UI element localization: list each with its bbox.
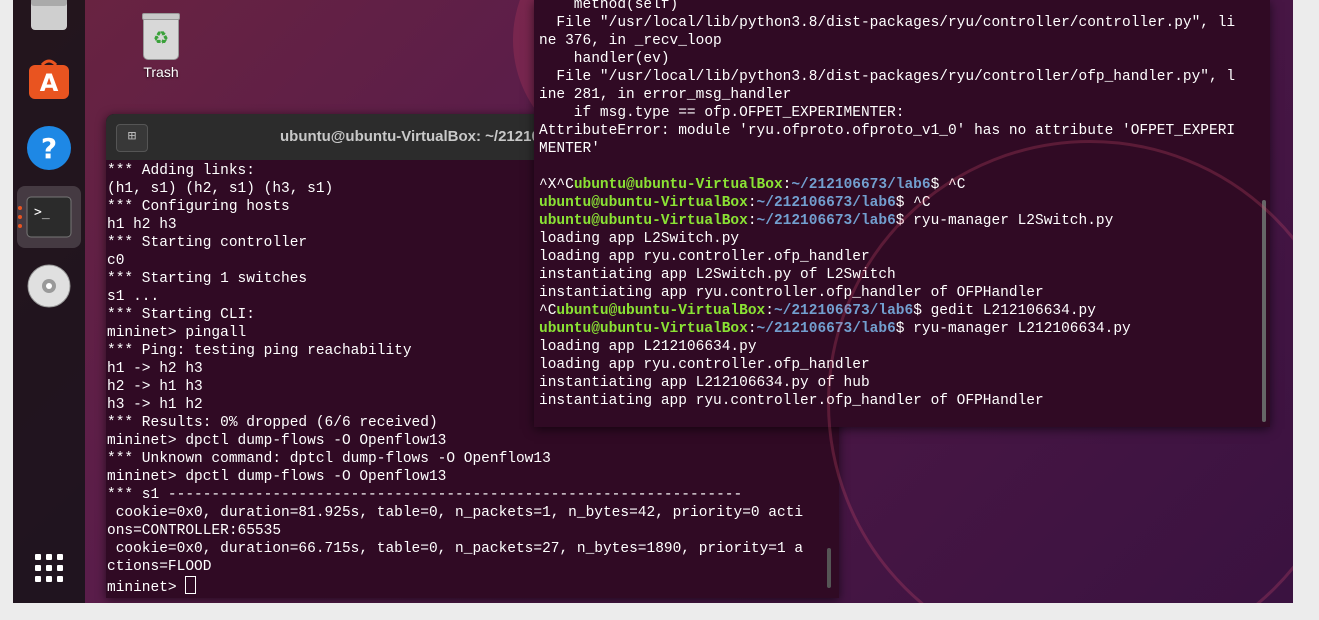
terminal-line: h3 -> h1 h2 [107, 397, 203, 413]
terminal-line: (h1, s1) (h2, s1) (h3, s1) [107, 181, 334, 197]
traceback-line: ne 376, in _recv_loop [539, 33, 722, 49]
prompt-path: ~/212106673/lab6 [756, 321, 896, 337]
scrollbar[interactable] [1262, 200, 1266, 422]
prompt-user-host: ubuntu@ubuntu-VirtualBox [539, 321, 748, 337]
prompt-user-host: ubuntu@ubuntu-VirtualBox [539, 195, 748, 211]
svg-text:>_: >_ [34, 205, 50, 220]
running-indicator [18, 206, 22, 210]
prompt-line: ubuntu@ubuntu-VirtualBox:~/212106673/lab… [539, 213, 1114, 229]
terminal-line: s1 ... [107, 289, 160, 305]
terminal-line: ons=CONTROLLER:65535 [107, 523, 282, 539]
terminal-line: c0 [107, 253, 125, 269]
terminal-line: *** s1 ---------------------------------… [107, 487, 743, 503]
traceback-line: ine 281, in error_msg_handler [539, 87, 792, 103]
output-line: instantiating app ryu.controller.ofp_han… [539, 285, 1044, 301]
traceback-line: File "/usr/local/lib/python3.8/dist-pack… [556, 69, 1236, 85]
apps-grid-icon[interactable] [25, 544, 73, 592]
terminal-line: *** Starting controller [107, 235, 308, 251]
prompt-prefix: ^C [539, 303, 557, 319]
prompt-path: ~/212106673/lab6 [756, 195, 896, 211]
terminal-line: mininet> dpctl dump-flows -O Openflow13 [107, 469, 447, 485]
prompt-prefix: ^X^C [539, 177, 574, 193]
mininet-prompt: mininet> [107, 580, 186, 596]
traceback-line: method(self) [573, 0, 679, 13]
prompt-command: ryu-manager L2Switch.py [904, 213, 1114, 229]
traceback-line: File "/usr/local/lib/python3.8/dist-pack… [556, 15, 1236, 31]
terminal-line: h1 h2 h3 [107, 217, 177, 233]
output-line: instantiating app L212106634.py of hub [539, 375, 870, 391]
output-line: loading app L212106634.py [539, 339, 757, 355]
output-line: instantiating app L2Switch.py of L2Switc… [539, 267, 896, 283]
files-icon[interactable] [25, 0, 73, 38]
running-indicator [18, 215, 22, 219]
trash-icon: ♻ [142, 13, 180, 60]
prompt-path: ~/212106673/lab6 [773, 303, 914, 319]
traceback-line: if msg.type == ofp.OFPET_EXPERIMENTER: [573, 105, 905, 121]
prompt-command: ^C [939, 177, 966, 193]
terminal-line: cookie=0x0, duration=66.715s, table=0, n… [115, 541, 804, 557]
prompt-command: gedit L212106634.py [921, 303, 1096, 319]
prompt-user-host: ubuntu@ubuntu-VirtualBox [539, 213, 748, 229]
help-icon[interactable]: ? [25, 124, 73, 172]
terminal-line: mininet> pingall [107, 325, 247, 341]
traceback-line: AttributeError: module 'ryu.ofproto.ofpr… [539, 123, 1236, 139]
scrollbar[interactable] [827, 548, 831, 588]
terminal-icon[interactable]: >_ [25, 193, 73, 241]
prompt-line: ^Cubuntu@ubuntu-VirtualBox:~/212106673/l… [539, 303, 1096, 319]
prompt-line: ubuntu@ubuntu-VirtualBox:~/212106673/lab… [539, 321, 1131, 337]
terminal-line: *** Unknown command: dptcl dump-flows -O… [107, 451, 551, 467]
dock: A ? >_ [13, 0, 85, 603]
terminal-line: *** Results: 0% dropped (6/6 received) [107, 415, 438, 431]
software-icon[interactable]: A [25, 56, 73, 104]
disc-icon[interactable] [25, 262, 73, 310]
prompt-path: ~/212106673/lab6 [756, 213, 896, 229]
output-line: loading app ryu.controller.ofp_handler [539, 357, 870, 373]
terminal-line: cookie=0x0, duration=81.925s, table=0, n… [115, 505, 804, 521]
terminal-line: ctions=FLOOD [107, 559, 212, 575]
trash-desktop-icon[interactable]: ♻ Trash [121, 13, 201, 80]
svg-text:A: A [40, 69, 59, 97]
prompt-path: ~/212106673/lab6 [791, 177, 931, 193]
new-tab-icon[interactable]: ⊞ [116, 124, 148, 152]
terminal-line: h1 -> h2 h3 [107, 361, 203, 377]
terminal-line: *** Adding links: [107, 163, 255, 179]
terminal-line: h2 -> h1 h3 [107, 379, 203, 395]
terminal-line: *** Starting CLI: [107, 307, 255, 323]
desktop: A ? >_ ♻ Trash ⊞ ubuntu@ubuntu-VirtualBo… [13, 0, 1293, 603]
ryu-terminal-window[interactable]: method(self) File "/usr/local/lib/python… [534, 0, 1270, 427]
output-line: instantiating app ryu.controller.ofp_han… [539, 393, 1044, 409]
terminal-line: *** Starting 1 switches [107, 271, 308, 287]
terminal-line: *** Ping: testing ping reachability [107, 343, 412, 359]
output-line: loading app L2Switch.py [539, 231, 740, 247]
output-line: loading app ryu.controller.ofp_handler [539, 249, 870, 265]
traceback-line: handler(ev) [573, 51, 670, 67]
trash-label: Trash [143, 64, 179, 80]
terminal-line: mininet> dpctl dump-flows -O Openflow13 [107, 433, 447, 449]
prompt-line: ^X^Cubuntu@ubuntu-VirtualBox:~/212106673… [539, 177, 966, 193]
prompt-line: ubuntu@ubuntu-VirtualBox:~/212106673/lab… [539, 195, 931, 211]
prompt-command: ryu-manager L212106634.py [904, 321, 1131, 337]
terminal-output[interactable]: method(self) File "/usr/local/lib/python… [539, 0, 1235, 410]
running-indicator [18, 224, 22, 228]
text-cursor [185, 576, 197, 594]
traceback-line: MENTER' [539, 141, 600, 157]
prompt-user-host: ubuntu@ubuntu-VirtualBox [556, 303, 766, 319]
svg-text:?: ? [41, 132, 57, 165]
prompt-user-host: ubuntu@ubuntu-VirtualBox [573, 177, 783, 193]
terminal-line: *** Configuring hosts [107, 199, 290, 215]
prompt-command: ^C [904, 195, 931, 211]
